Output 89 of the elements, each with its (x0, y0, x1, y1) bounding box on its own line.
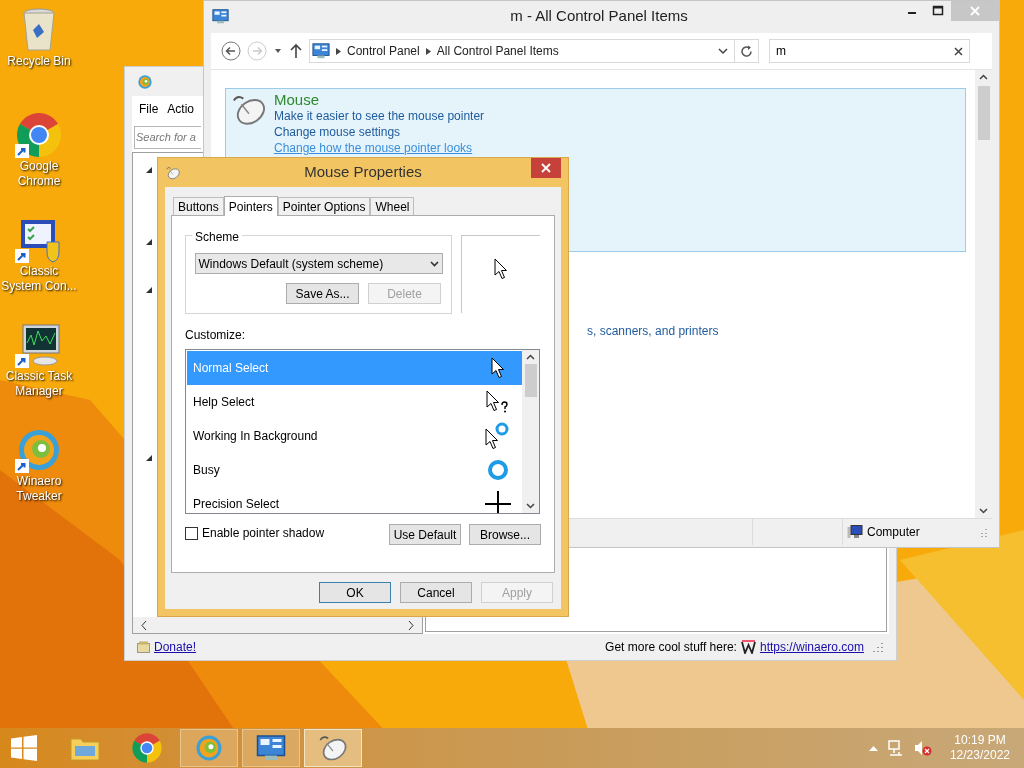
resize-grip-icon[interactable] (872, 641, 884, 653)
pointer-name: Working In Background (193, 428, 319, 445)
chrome-icon (15, 111, 63, 159)
address-bar[interactable]: Control Panel All Control Panel Items (309, 39, 759, 63)
menu-item[interactable]: File (139, 100, 159, 118)
pointer-name: Help Select (193, 394, 256, 411)
task-link[interactable]: Make it easier to see the mouse pointer (274, 108, 485, 124)
busy-arrow-cursor-icon (485, 422, 511, 450)
taskbar-button[interactable] (242, 729, 300, 767)
search-field[interactable]: m (769, 39, 970, 63)
chrome-icon (131, 732, 163, 764)
monitor-graph-icon (15, 321, 63, 369)
scroll-up-icon[interactable] (979, 74, 988, 80)
tab[interactable]: Buttons (173, 197, 224, 215)
section-label: Customize: (185, 327, 247, 344)
scroll-right-icon[interactable] (408, 620, 414, 630)
scroll-down-icon[interactable] (979, 508, 988, 514)
donate-link[interactable]: Donate! (154, 638, 197, 656)
up-arrow-icon[interactable] (289, 43, 303, 59)
chevron-right-icon (425, 47, 431, 55)
w-logo-icon (740, 640, 756, 654)
scroll-up-icon[interactable] (526, 354, 535, 360)
scroll-left-icon[interactable] (141, 620, 147, 630)
crosshair-icon (485, 491, 511, 513)
window-title: m - All Control Panel Items (509, 5, 689, 26)
checkbox-label[interactable]: Enable pointer shadow (202, 524, 325, 542)
search-value: m (776, 43, 787, 60)
taskbar-button[interactable] (304, 729, 362, 767)
task-link[interactable]: Change mouse settings (274, 124, 485, 140)
pointer-name: Busy (193, 462, 221, 479)
chevron-down-icon[interactable] (718, 47, 728, 55)
close-button[interactable] (531, 158, 561, 178)
dialog-button[interactable]: OK (319, 582, 391, 603)
expander-icon[interactable] (146, 239, 152, 245)
tab[interactable]: Wheel (370, 197, 415, 215)
expander-icon[interactable] (146, 455, 152, 461)
control-panel-icon (212, 7, 229, 25)
chevron-right-icon (336, 47, 341, 55)
checkbox[interactable] (185, 526, 198, 540)
pointer-row[interactable]: Precision Select (187, 487, 522, 513)
expander-icon[interactable] (146, 287, 152, 293)
item-title[interactable]: Mouse (274, 91, 485, 108)
computer-icon (847, 525, 863, 539)
status-text: Computer (867, 524, 920, 541)
dialog-button[interactable]: Save As... (286, 283, 359, 304)
arrow-cursor-icon (491, 357, 505, 379)
pointer-row[interactable]: Working In Background (187, 419, 522, 453)
chevron-down-icon (429, 260, 439, 267)
task-link[interactable]: s, scanners, and printers (587, 322, 975, 340)
control-panel-icon (256, 733, 286, 763)
vertical-scrollbar[interactable] (522, 350, 539, 513)
scroll-thumb[interactable] (524, 364, 537, 397)
swirl-logo-icon (194, 733, 224, 763)
resize-grip-icon[interactable] (980, 527, 988, 537)
scroll-down-icon[interactable] (526, 503, 535, 509)
spinner-icon (487, 459, 509, 481)
close-icon (970, 6, 980, 16)
scroll-thumb[interactable] (977, 86, 990, 140)
dialog-button[interactable]: Browse... (469, 524, 541, 545)
control-panel-icon (312, 42, 330, 60)
close-icon (541, 163, 551, 173)
swirl-logo-icon (137, 73, 153, 90)
windows-logo-icon (11, 735, 37, 761)
speaker-icon[interactable] (913, 740, 932, 756)
website-link[interactable]: https://winaero.com (759, 638, 864, 656)
promo-text: Get more cool stuff here: (605, 639, 737, 656)
dialog-title: Mouse Properties (303, 162, 423, 183)
search-field[interactable]: Search for a (134, 125, 201, 149)
tab[interactable]: Pointers (223, 196, 278, 216)
scheme-dropdown[interactable]: Windows Default (system scheme) (194, 253, 443, 274)
back-icon[interactable] (221, 41, 241, 61)
breadcrumb-item[interactable]: Control Panel (347, 42, 420, 60)
vertical-scrollbar[interactable] (975, 70, 992, 518)
clear-icon[interactable] (954, 46, 963, 56)
pointer-row[interactable]: Help Select (187, 385, 522, 419)
menu-item[interactable]: Actio (167, 100, 195, 118)
pointer-name: Normal Select (193, 360, 270, 377)
refresh-icon[interactable] (740, 44, 753, 58)
breadcrumb-item[interactable]: All Control Panel Items (436, 42, 559, 60)
tab[interactable]: Pointer Options (277, 197, 371, 215)
pointer-row[interactable]: Busy (187, 453, 522, 487)
dialog-button[interactable]: Cancel (400, 582, 472, 603)
donate-icon (137, 641, 150, 653)
help-cursor-icon (486, 390, 510, 414)
arrow-cursor-icon (494, 258, 508, 280)
dialog-button[interactable]: Use Default (389, 524, 461, 545)
pointer-name: Precision Select (193, 496, 281, 513)
expander-icon[interactable] (146, 167, 152, 173)
mouse-icon (165, 164, 181, 181)
